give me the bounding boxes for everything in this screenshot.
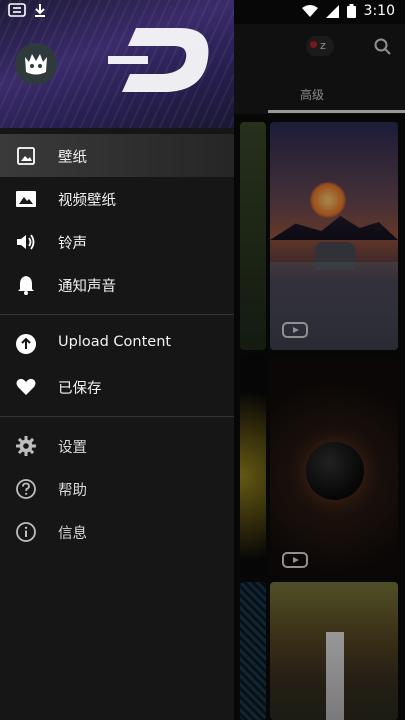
drawer-item-info[interactable]: 信息 bbox=[0, 510, 234, 553]
battery-icon bbox=[346, 4, 356, 18]
drawer-item-label: 设置 bbox=[58, 440, 87, 456]
image-icon bbox=[15, 145, 37, 167]
drawer-item-label: 已保存 bbox=[58, 381, 102, 397]
drawer-item-ringtones[interactable]: 铃声 bbox=[0, 220, 234, 263]
heart-icon bbox=[15, 376, 37, 398]
drawer-item-label: 帮助 bbox=[58, 483, 87, 499]
drawer-item-saved[interactable]: 已保存 bbox=[0, 365, 234, 408]
drawer-item-help[interactable]: 帮助 bbox=[0, 467, 234, 510]
drawer-item-label: 通知声音 bbox=[58, 279, 116, 295]
drawer-section-user: Upload Content 已保存 bbox=[0, 322, 234, 426]
crown-avatar-icon bbox=[25, 54, 47, 75]
drawer-divider bbox=[0, 314, 234, 315]
drawer-item-upload[interactable]: Upload Content bbox=[0, 322, 234, 365]
bell-icon bbox=[15, 274, 37, 296]
status-bar: 3:10 bbox=[0, 0, 405, 24]
drawer-divider bbox=[0, 416, 234, 417]
signal-icon bbox=[325, 4, 339, 18]
drawer-item-wallpapers[interactable]: 壁纸 bbox=[0, 134, 234, 177]
drawer-item-label: 铃声 bbox=[58, 236, 87, 252]
volume-icon bbox=[15, 231, 37, 253]
drawer-item-notification-sounds[interactable]: 通知声音 bbox=[0, 263, 234, 306]
drawer-item-settings[interactable]: 设置 bbox=[0, 424, 234, 467]
upload-icon bbox=[15, 333, 37, 355]
download-icon bbox=[35, 4, 45, 17]
info-icon bbox=[15, 521, 37, 543]
landscape-icon bbox=[15, 188, 37, 210]
user-avatar[interactable] bbox=[15, 43, 57, 85]
drawer-item-label: 信息 bbox=[58, 526, 87, 542]
drawer-item-label: 视频壁纸 bbox=[58, 193, 116, 209]
gear-icon bbox=[15, 435, 37, 457]
status-time: 3:10 bbox=[363, 3, 395, 19]
navigation-drawer: 壁纸 视频壁纸 铃声 通知声音 Upload Content 已保存 设置 帮助… bbox=[0, 0, 234, 720]
wifi-icon bbox=[301, 4, 318, 17]
zedge-logo-icon bbox=[108, 28, 209, 92]
drawer-section-misc: 设置 帮助 信息 bbox=[0, 424, 234, 553]
drawer-section-content: 壁纸 视频壁纸 铃声 通知声音 bbox=[0, 134, 234, 324]
help-icon bbox=[15, 478, 37, 500]
chip-notification-icon bbox=[8, 3, 26, 17]
drawer-item-label: 壁纸 bbox=[58, 150, 87, 166]
drawer-item-video-wallpapers[interactable]: 视频壁纸 bbox=[0, 177, 234, 220]
drawer-item-label: Upload Content bbox=[58, 334, 172, 350]
